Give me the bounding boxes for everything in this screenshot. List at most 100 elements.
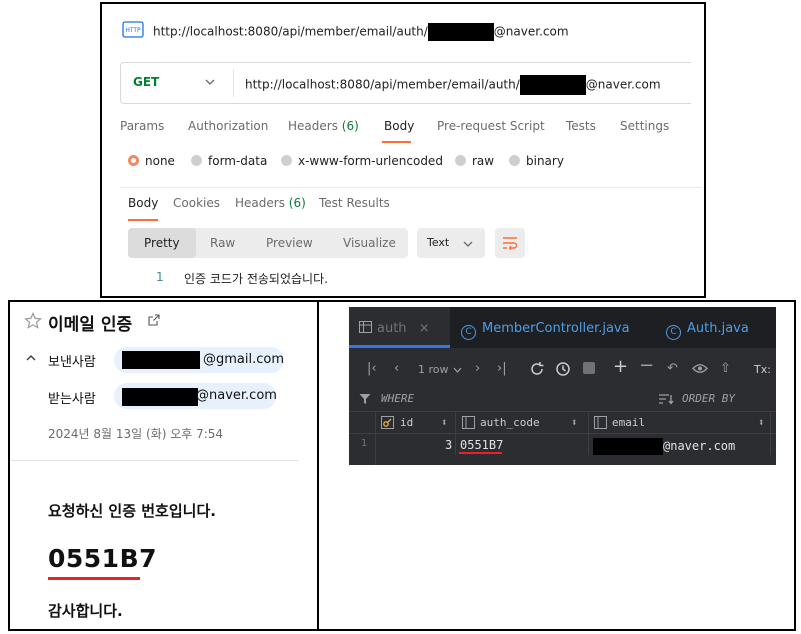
response-tab-cookies[interactable]: Cookies xyxy=(173,196,220,210)
column-id[interactable]: id xyxy=(400,416,413,429)
radio-icon xyxy=(191,155,202,166)
filter-icon xyxy=(359,394,371,404)
tab-params[interactable]: Params xyxy=(120,119,164,133)
close-icon[interactable]: × xyxy=(419,321,430,336)
tab-auth-label: auth xyxy=(377,321,407,336)
stop-icon[interactable] xyxy=(583,362,595,374)
line-number: 1 xyxy=(156,270,164,284)
divider xyxy=(120,187,702,188)
view-raw-button[interactable]: Raw xyxy=(210,236,235,250)
previous-page-icon[interactable]: ‹ xyxy=(394,361,399,376)
active-tab-indicator xyxy=(349,345,450,348)
next-page-icon[interactable]: › xyxy=(475,361,480,376)
clock-icon[interactable] xyxy=(555,361,571,377)
radio-raw[interactable]: raw xyxy=(455,154,494,168)
first-page-icon[interactable]: |‹ xyxy=(367,361,377,376)
eye-icon[interactable] xyxy=(692,362,708,375)
last-page-icon[interactable]: ›| xyxy=(497,361,507,376)
response-tab-headers[interactable]: Headers (6) xyxy=(235,196,306,210)
where-filter-input[interactable]: WHERE xyxy=(381,392,414,405)
tab-membercontroller[interactable]: C MemberController.java xyxy=(461,321,630,340)
submit-icon[interactable]: ⇧ xyxy=(720,361,731,376)
request-title-suffix: @naver.com xyxy=(493,24,569,39)
tab-authorization[interactable]: Authorization xyxy=(188,119,268,133)
row-count[interactable]: 1 row xyxy=(418,363,449,376)
cell-email[interactable]: @naver.com xyxy=(593,438,735,455)
tab-tests[interactable]: Tests xyxy=(566,119,596,133)
tab-auth[interactable]: auth × xyxy=(359,321,430,336)
database-viewer: auth × C MemberController.java C Auth.java… xyxy=(349,307,776,465)
url-divider xyxy=(233,69,234,97)
radio-raw-label: raw xyxy=(472,154,495,168)
star-icon[interactable] xyxy=(24,312,42,330)
row-number: 1 xyxy=(361,438,368,449)
view-visualize-button[interactable]: Visualize xyxy=(343,236,396,250)
key-column-icon xyxy=(381,416,394,429)
radio-none-label: none xyxy=(145,154,175,168)
wrap-lines-button[interactable] xyxy=(495,228,525,258)
table-header-row: id ⬍ auth_code ⬍ email ⬍ xyxy=(349,411,776,434)
email-subject: 이메일 인증 xyxy=(48,315,133,335)
wrap-lines-icon xyxy=(503,237,518,250)
radio-form-data[interactable]: form-data xyxy=(191,154,267,168)
radio-binary[interactable]: binary xyxy=(509,154,564,168)
chevron-down-icon xyxy=(463,241,473,247)
postman-panel: HTTP http://localhost:8080/api/member/em… xyxy=(100,2,706,298)
tab-auth-java[interactable]: C Auth.java xyxy=(666,321,749,340)
radio-icon xyxy=(455,155,466,166)
code-highlight-underline xyxy=(459,452,502,454)
result-toolbar: |‹ ‹ 1 row › ›| + − ↶ ⇧ Tx: xyxy=(349,349,776,387)
tab-headers[interactable]: Headers (6) xyxy=(288,119,359,133)
from-label: 보낸사람 xyxy=(48,355,96,370)
url-input[interactable]: http://localhost:8080/api/member/email/a… xyxy=(245,75,661,95)
to-label: 받는사람 xyxy=(48,392,96,407)
redacted-block xyxy=(519,75,586,95)
view-pretty-button[interactable]: Pretty xyxy=(144,236,180,250)
sort-toggle-icon[interactable]: ⬍ xyxy=(758,416,765,429)
column-email[interactable]: email xyxy=(612,416,645,429)
cell-auth-code[interactable]: 0551B7 xyxy=(460,438,503,452)
http-request-icon: HTTP xyxy=(122,21,144,38)
sort-toggle-icon[interactable]: ⬍ xyxy=(571,416,578,429)
response-tab-body[interactable]: Body xyxy=(128,196,158,210)
format-select-label: Text xyxy=(427,236,450,249)
chevron-down-icon[interactable] xyxy=(205,77,215,87)
view-mode-group: Pretty Raw Preview Visualize xyxy=(128,228,408,258)
order-by-input[interactable]: ORDER BY xyxy=(682,392,735,405)
request-title[interactable]: http://localhost:8080/api/member/email/a… xyxy=(153,23,569,41)
from-address[interactable]: @gmail.com xyxy=(114,347,284,373)
column-divider xyxy=(588,411,589,455)
verification-code: 0551B7 xyxy=(48,544,158,573)
radio-none[interactable]: none xyxy=(128,154,175,168)
method-select[interactable]: GET xyxy=(133,75,159,89)
radio-x-www-form-urlencoded[interactable]: x-www-form-urlencoded xyxy=(281,154,443,168)
table-row[interactable]: 1 3 0551B7 @naver.com xyxy=(349,433,776,456)
sort-toggle-icon[interactable]: ⬍ xyxy=(441,416,448,429)
external-link-icon[interactable] xyxy=(148,314,160,326)
url-suffix: @naver.com xyxy=(585,77,661,92)
cell-email-suffix: @naver.com xyxy=(663,439,736,453)
column-auth-code[interactable]: auth_code xyxy=(480,416,540,429)
tab-membercontroller-label: MemberController.java xyxy=(482,321,630,336)
chevron-down-icon[interactable] xyxy=(453,366,462,374)
tab-settings[interactable]: Settings xyxy=(620,119,669,133)
editor-tab-bar: auth × C MemberController.java C Auth.java xyxy=(349,307,776,348)
filter-bar: WHERE ORDER BY xyxy=(349,387,776,411)
refresh-icon[interactable] xyxy=(529,361,545,377)
undo-icon[interactable]: ↶ xyxy=(667,361,678,376)
email-panel: 이메일 인증 보낸사람 @gmail.com 받는사람 @naver.com 2… xyxy=(8,300,319,631)
to-address[interactable]: @naver.com xyxy=(114,383,277,409)
format-select[interactable]: Text xyxy=(417,228,485,258)
redacted-block xyxy=(122,351,200,369)
divider xyxy=(10,460,298,461)
tx-label[interactable]: Tx: xyxy=(754,363,771,376)
view-preview-button[interactable]: Preview xyxy=(266,236,313,250)
cell-id[interactable]: 3 xyxy=(445,438,452,452)
delete-row-icon[interactable]: − xyxy=(639,355,654,376)
radio-binary-label: binary xyxy=(526,154,564,168)
add-row-icon[interactable]: + xyxy=(613,356,628,377)
response-tab-test-results[interactable]: Test Results xyxy=(319,196,390,210)
tab-pre-request-script[interactable]: Pre-request Script xyxy=(437,119,545,133)
tab-body[interactable]: Body xyxy=(384,119,414,133)
chevron-up-icon[interactable] xyxy=(26,354,36,362)
